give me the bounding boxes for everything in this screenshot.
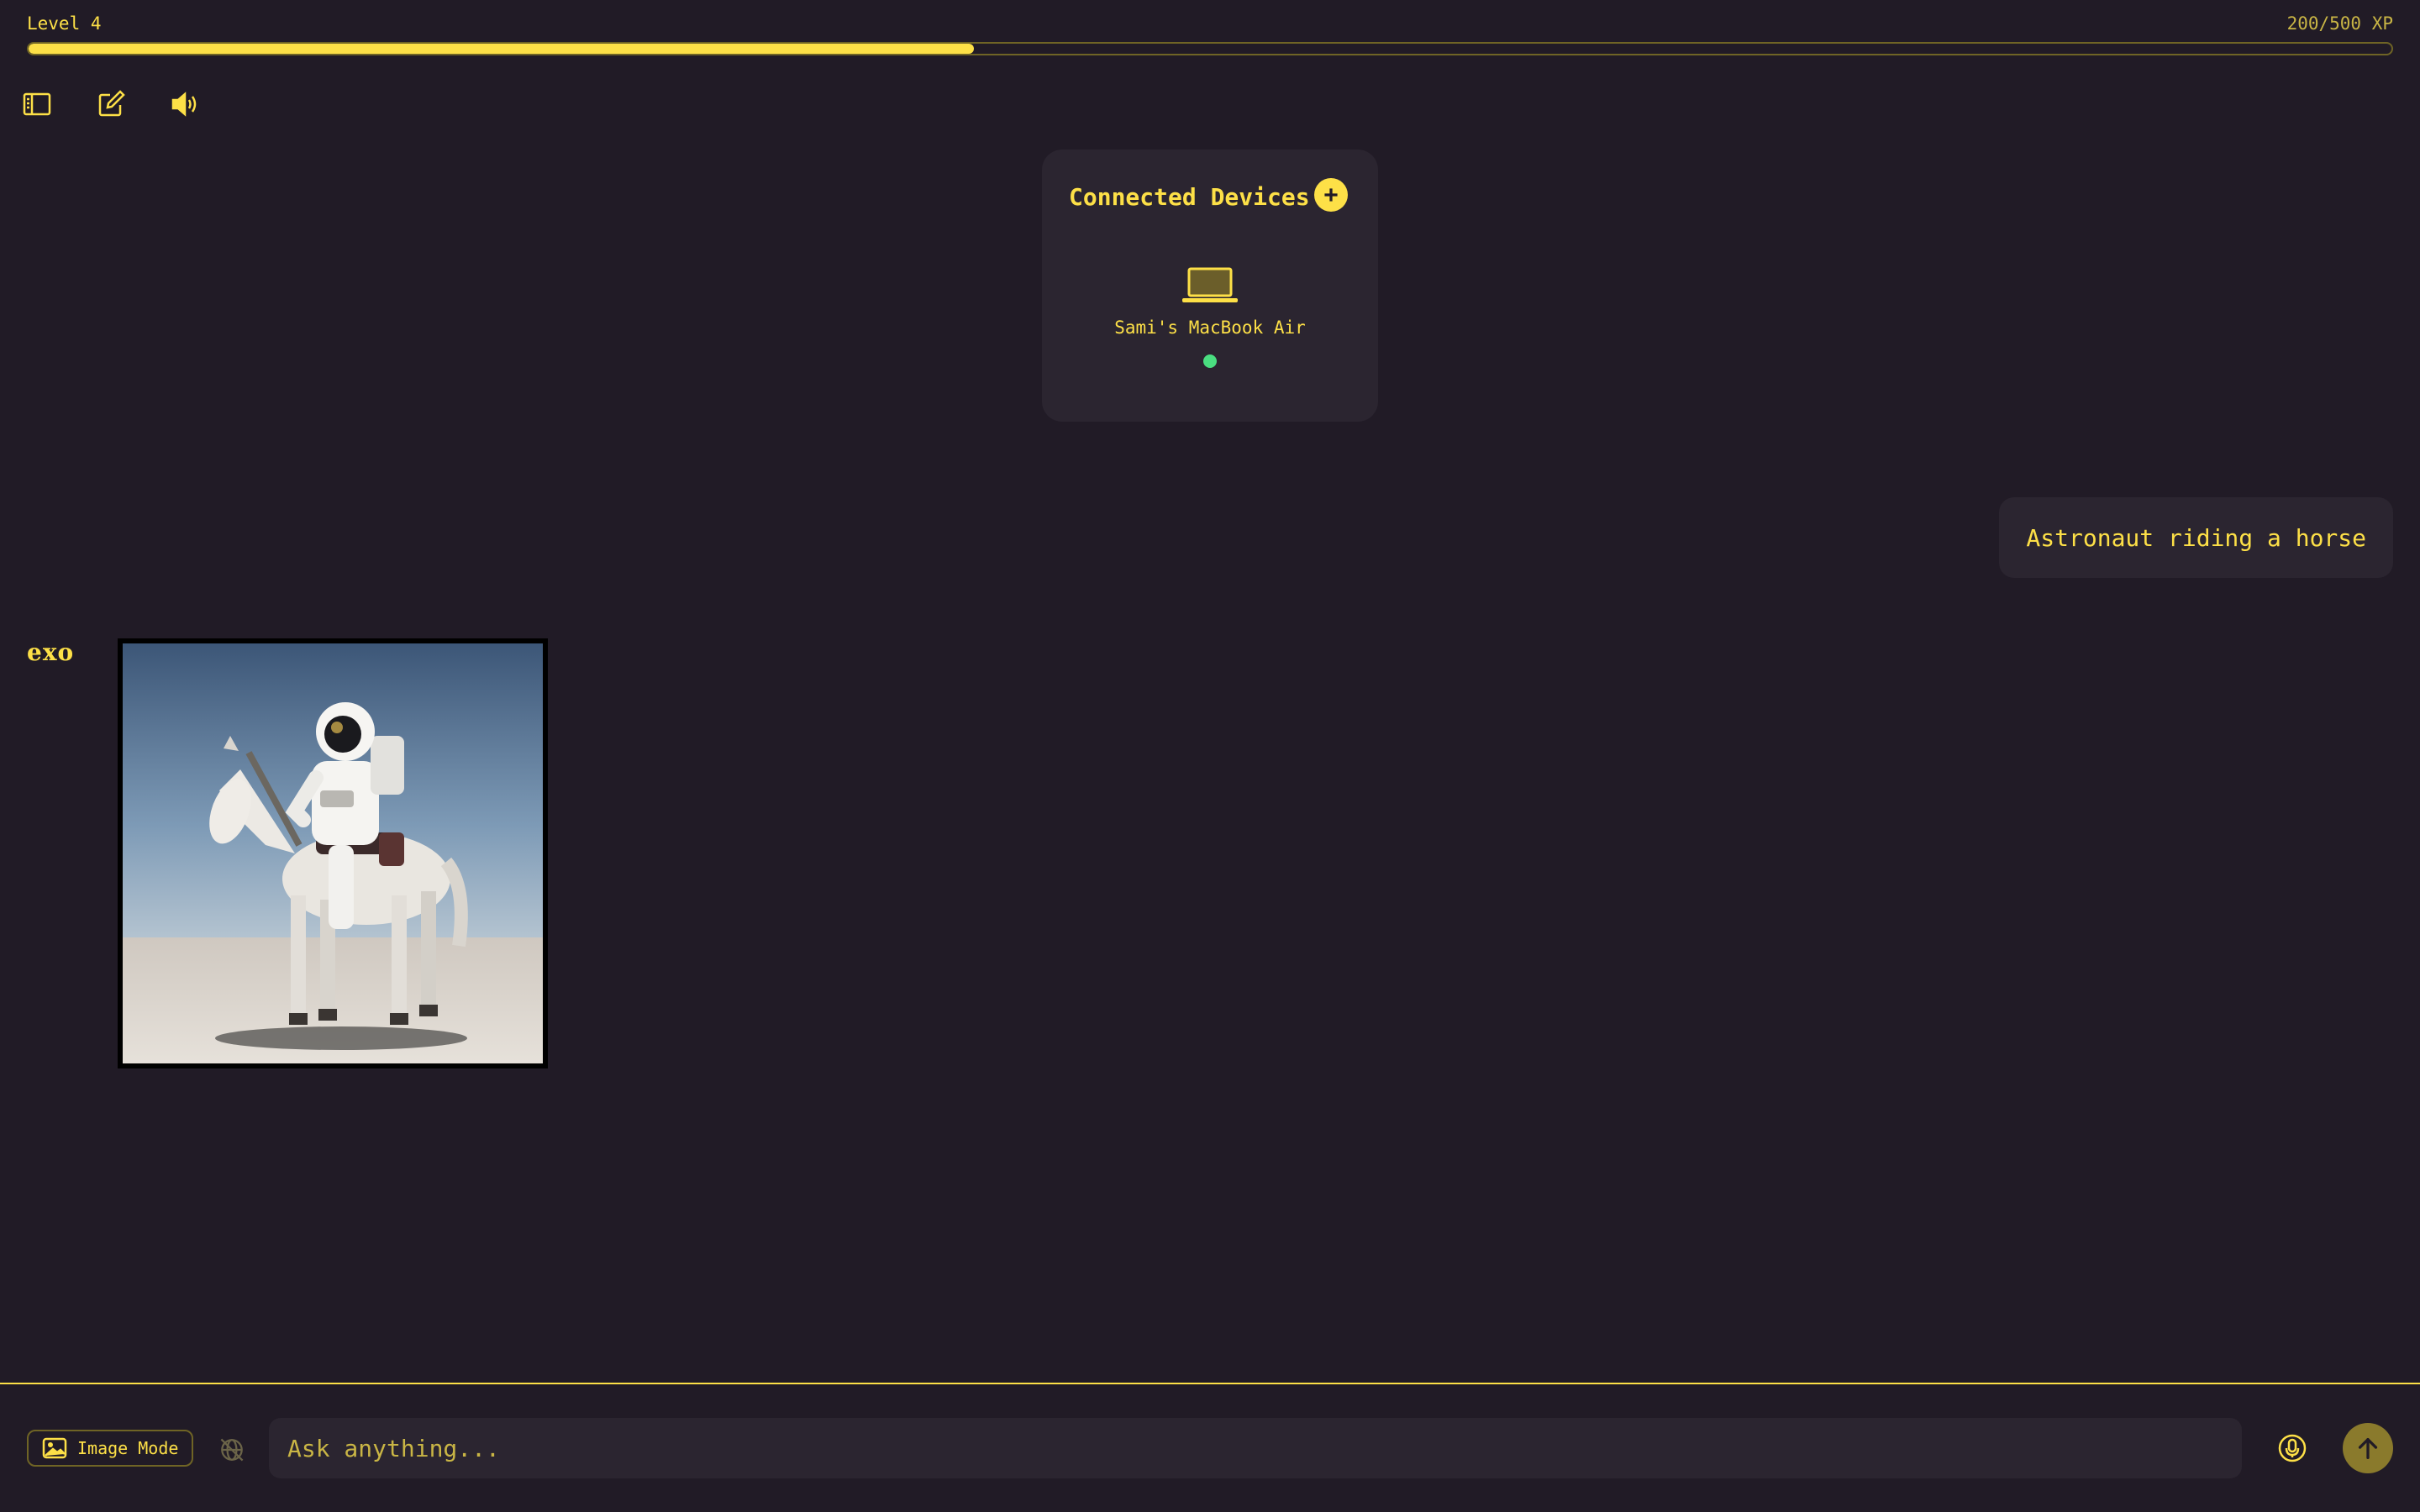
arrow-up-icon: [2358, 1437, 2378, 1459]
web-search-off-icon: [220, 1438, 244, 1462]
xp-counter: 200/500 XP: [2286, 13, 2393, 34]
user-message: Astronaut riding a horse: [1999, 497, 2393, 578]
sidebar-toggle-button[interactable]: [17, 84, 57, 124]
xp-progress-bar: [27, 42, 2393, 55]
speaker-icon: [171, 92, 197, 117]
xp-progress-fill: [29, 44, 974, 54]
device-name: Sami's MacBook Air: [1114, 318, 1306, 338]
add-device-button[interactable]: [1314, 178, 1348, 212]
sidebar-toggle-icon: [23, 92, 51, 116]
connected-devices-title: Connected Devices: [1069, 183, 1310, 211]
image-mode-label: Image Mode: [77, 1438, 179, 1458]
microphone-button[interactable]: [2274, 1430, 2311, 1467]
image-mode-button[interactable]: Image Mode: [27, 1430, 194, 1467]
sound-toggle-button[interactable]: [165, 84, 205, 124]
device-item[interactable]: Sami's MacBook Air: [1042, 265, 1378, 368]
laptop-icon: [1182, 267, 1238, 302]
device-status-indicator: [1203, 354, 1217, 368]
new-chat-button[interactable]: [91, 84, 131, 124]
level-label: Level 4: [27, 13, 102, 34]
assistant-name: exo: [27, 638, 75, 666]
image-icon: [42, 1437, 67, 1459]
prompt-input[interactable]: [269, 1418, 2242, 1478]
new-chat-icon: [98, 90, 125, 117]
generated-image-picture: [123, 643, 543, 1063]
microphone-icon: [2278, 1434, 2307, 1462]
send-button[interactable]: [2343, 1423, 2393, 1473]
user-message-text: Astronaut riding a horse: [2026, 523, 2366, 552]
web-search-toggle[interactable]: [215, 1433, 249, 1467]
composer-divider: [0, 1383, 2420, 1384]
generated-image[interactable]: [118, 638, 548, 1068]
plus-circle-icon: [1324, 188, 1338, 202]
connected-devices-panel: Connected Devices Sami's MacBook Air: [1042, 150, 1378, 422]
